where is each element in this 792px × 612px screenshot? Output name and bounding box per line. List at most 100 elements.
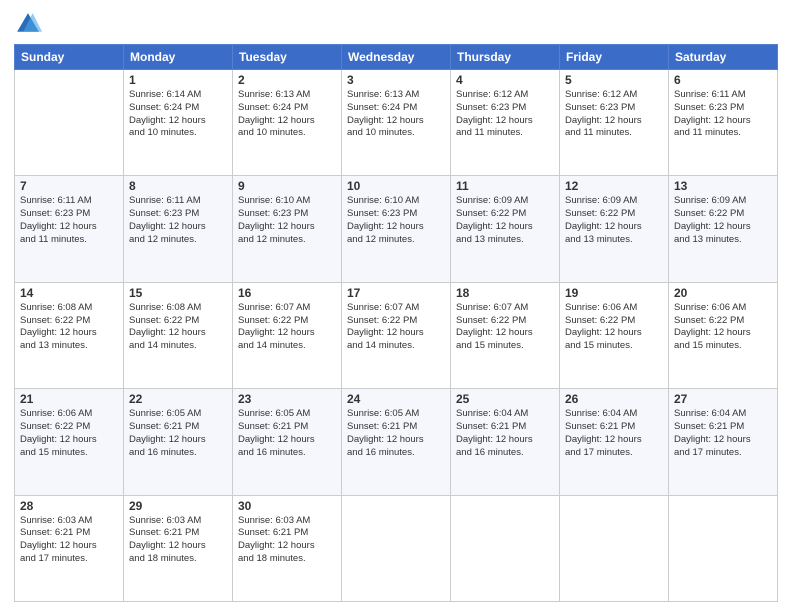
day-info: Sunrise: 6:03 AM Sunset: 6:21 PM Dayligh… bbox=[20, 515, 118, 566]
day-info: Sunrise: 6:05 AM Sunset: 6:21 PM Dayligh… bbox=[347, 408, 445, 459]
day-info: Sunrise: 6:06 AM Sunset: 6:22 PM Dayligh… bbox=[20, 408, 118, 459]
day-number: 22 bbox=[129, 392, 227, 406]
calendar-cell bbox=[15, 70, 124, 176]
day-number: 4 bbox=[456, 73, 554, 87]
day-number: 18 bbox=[456, 286, 554, 300]
day-number: 28 bbox=[20, 499, 118, 513]
calendar-cell: 17 Sunrise: 6:07 AM Sunset: 6:22 PM Dayli… bbox=[342, 282, 451, 388]
calendar-cell: 19 Sunrise: 6:06 AM Sunset: 6:22 PM Dayli… bbox=[560, 282, 669, 388]
day-info: Sunrise: 6:07 AM Sunset: 6:22 PM Dayligh… bbox=[456, 302, 554, 353]
day-info: Sunrise: 6:11 AM Sunset: 6:23 PM Dayligh… bbox=[674, 89, 772, 140]
calendar-cell: 26 Sunrise: 6:04 AM Sunset: 6:21 PM Dayli… bbox=[560, 389, 669, 495]
calendar-cell: 18 Sunrise: 6:07 AM Sunset: 6:22 PM Dayli… bbox=[451, 282, 560, 388]
day-number: 17 bbox=[347, 286, 445, 300]
day-number: 12 bbox=[565, 179, 663, 193]
day-number: 9 bbox=[238, 179, 336, 193]
day-info: Sunrise: 6:13 AM Sunset: 6:24 PM Dayligh… bbox=[238, 89, 336, 140]
calendar-header-thursday: Thursday bbox=[451, 45, 560, 70]
calendar-cell: 13Sunrise: 6:09 AM Sunset: 6:22 PM Dayli… bbox=[669, 176, 778, 282]
day-info: Sunrise: 6:07 AM Sunset: 6:22 PM Dayligh… bbox=[347, 302, 445, 353]
calendar-cell: 1 Sunrise: 6:14 AM Sunset: 6:24 PM Daylig… bbox=[124, 70, 233, 176]
day-info: Sunrise: 6:09 AM Sunset: 6:22 PM Dayligh… bbox=[565, 195, 663, 246]
calendar-week-row: 14 Sunrise: 6:08 AM Sunset: 6:22 PM Dayli… bbox=[15, 282, 778, 388]
calendar-cell: 6 Sunrise: 6:11 AM Sunset: 6:23 PM Daylig… bbox=[669, 70, 778, 176]
day-info: Sunrise: 6:14 AM Sunset: 6:24 PM Dayligh… bbox=[129, 89, 227, 140]
day-info: Sunrise: 6:04 AM Sunset: 6:21 PM Dayligh… bbox=[674, 408, 772, 459]
calendar-cell: 2 Sunrise: 6:13 AM Sunset: 6:24 PM Daylig… bbox=[233, 70, 342, 176]
calendar-cell: 5Sunrise: 6:12 AM Sunset: 6:23 PM Daylig… bbox=[560, 70, 669, 176]
day-number: 21 bbox=[20, 392, 118, 406]
calendar-cell: 9Sunrise: 6:10 AM Sunset: 6:23 PM Daylig… bbox=[233, 176, 342, 282]
day-number: 11 bbox=[456, 179, 554, 193]
calendar-header-sunday: Sunday bbox=[15, 45, 124, 70]
calendar-week-row: 21 Sunrise: 6:06 AM Sunset: 6:22 PM Dayli… bbox=[15, 389, 778, 495]
day-info: Sunrise: 6:11 AM Sunset: 6:23 PM Dayligh… bbox=[20, 195, 118, 246]
calendar-header-tuesday: Tuesday bbox=[233, 45, 342, 70]
day-number: 8 bbox=[129, 179, 227, 193]
calendar-cell: 15Sunrise: 6:08 AM Sunset: 6:22 PM Dayli… bbox=[124, 282, 233, 388]
calendar-cell: 22 Sunrise: 6:05 AM Sunset: 6:21 PM Dayli… bbox=[124, 389, 233, 495]
day-number: 20 bbox=[674, 286, 772, 300]
day-number: 10 bbox=[347, 179, 445, 193]
calendar-cell: 20 Sunrise: 6:06 AM Sunset: 6:22 PM Dayli… bbox=[669, 282, 778, 388]
day-number: 19 bbox=[565, 286, 663, 300]
day-number: 24 bbox=[347, 392, 445, 406]
day-info: Sunrise: 6:04 AM Sunset: 6:21 PM Dayligh… bbox=[456, 408, 554, 459]
day-info: Sunrise: 6:03 AM Sunset: 6:21 PM Dayligh… bbox=[238, 515, 336, 566]
day-info: Sunrise: 6:06 AM Sunset: 6:22 PM Dayligh… bbox=[674, 302, 772, 353]
day-info: Sunrise: 6:13 AM Sunset: 6:24 PM Dayligh… bbox=[347, 89, 445, 140]
calendar-cell bbox=[669, 495, 778, 601]
day-number: 27 bbox=[674, 392, 772, 406]
day-number: 23 bbox=[238, 392, 336, 406]
day-info: Sunrise: 6:04 AM Sunset: 6:21 PM Dayligh… bbox=[565, 408, 663, 459]
calendar-cell: 7 Sunrise: 6:11 AM Sunset: 6:23 PM Daylig… bbox=[15, 176, 124, 282]
day-info: Sunrise: 6:11 AM Sunset: 6:23 PM Dayligh… bbox=[129, 195, 227, 246]
calendar-header-monday: Monday bbox=[124, 45, 233, 70]
calendar-cell: 3Sunrise: 6:13 AM Sunset: 6:24 PM Daylig… bbox=[342, 70, 451, 176]
calendar-cell: 29Sunrise: 6:03 AM Sunset: 6:21 PM Dayli… bbox=[124, 495, 233, 601]
calendar-header-row: SundayMondayTuesdayWednesdayThursdayFrid… bbox=[15, 45, 778, 70]
day-info: Sunrise: 6:08 AM Sunset: 6:22 PM Dayligh… bbox=[129, 302, 227, 353]
day-info: Sunrise: 6:09 AM Sunset: 6:22 PM Dayligh… bbox=[674, 195, 772, 246]
day-info: Sunrise: 6:05 AM Sunset: 6:21 PM Dayligh… bbox=[238, 408, 336, 459]
calendar-cell: 4Sunrise: 6:12 AM Sunset: 6:23 PM Daylig… bbox=[451, 70, 560, 176]
calendar-cell: 24 Sunrise: 6:05 AM Sunset: 6:21 PM Dayli… bbox=[342, 389, 451, 495]
calendar-cell: 25Sunrise: 6:04 AM Sunset: 6:21 PM Dayli… bbox=[451, 389, 560, 495]
day-info: Sunrise: 6:05 AM Sunset: 6:21 PM Dayligh… bbox=[129, 408, 227, 459]
day-number: 29 bbox=[129, 499, 227, 513]
day-number: 16 bbox=[238, 286, 336, 300]
calendar-cell: 30Sunrise: 6:03 AM Sunset: 6:21 PM Dayli… bbox=[233, 495, 342, 601]
calendar-cell bbox=[560, 495, 669, 601]
calendar-cell: 23 Sunrise: 6:05 AM Sunset: 6:21 PM Dayli… bbox=[233, 389, 342, 495]
calendar-cell: 12 Sunrise: 6:09 AM Sunset: 6:22 PM Dayli… bbox=[560, 176, 669, 282]
calendar-week-row: 28 Sunrise: 6:03 AM Sunset: 6:21 PM Dayli… bbox=[15, 495, 778, 601]
calendar-header-friday: Friday bbox=[560, 45, 669, 70]
logo-icon bbox=[14, 10, 42, 38]
calendar-cell: 10Sunrise: 6:10 AM Sunset: 6:23 PM Dayli… bbox=[342, 176, 451, 282]
calendar-cell: 27 Sunrise: 6:04 AM Sunset: 6:21 PM Dayli… bbox=[669, 389, 778, 495]
calendar-cell: 8 Sunrise: 6:11 AM Sunset: 6:23 PM Daylig… bbox=[124, 176, 233, 282]
calendar-cell: 21 Sunrise: 6:06 AM Sunset: 6:22 PM Dayli… bbox=[15, 389, 124, 495]
calendar-header-wednesday: Wednesday bbox=[342, 45, 451, 70]
page: SundayMondayTuesdayWednesdayThursdayFrid… bbox=[0, 0, 792, 612]
calendar-cell: 28 Sunrise: 6:03 AM Sunset: 6:21 PM Dayli… bbox=[15, 495, 124, 601]
day-info: Sunrise: 6:12 AM Sunset: 6:23 PM Dayligh… bbox=[565, 89, 663, 140]
day-info: Sunrise: 6:09 AM Sunset: 6:22 PM Dayligh… bbox=[456, 195, 554, 246]
day-number: 26 bbox=[565, 392, 663, 406]
day-number: 1 bbox=[129, 73, 227, 87]
header bbox=[14, 10, 778, 38]
day-number: 2 bbox=[238, 73, 336, 87]
calendar-header-saturday: Saturday bbox=[669, 45, 778, 70]
day-info: Sunrise: 6:07 AM Sunset: 6:22 PM Dayligh… bbox=[238, 302, 336, 353]
day-number: 6 bbox=[674, 73, 772, 87]
day-info: Sunrise: 6:08 AM Sunset: 6:22 PM Dayligh… bbox=[20, 302, 118, 353]
calendar-cell bbox=[342, 495, 451, 601]
logo bbox=[14, 10, 46, 38]
day-number: 14 bbox=[20, 286, 118, 300]
calendar-body: 1 Sunrise: 6:14 AM Sunset: 6:24 PM Daylig… bbox=[15, 70, 778, 602]
calendar-week-row: 7 Sunrise: 6:11 AM Sunset: 6:23 PM Daylig… bbox=[15, 176, 778, 282]
day-number: 7 bbox=[20, 179, 118, 193]
calendar-week-row: 1 Sunrise: 6:14 AM Sunset: 6:24 PM Daylig… bbox=[15, 70, 778, 176]
day-info: Sunrise: 6:06 AM Sunset: 6:22 PM Dayligh… bbox=[565, 302, 663, 353]
calendar-cell: 14 Sunrise: 6:08 AM Sunset: 6:22 PM Dayli… bbox=[15, 282, 124, 388]
